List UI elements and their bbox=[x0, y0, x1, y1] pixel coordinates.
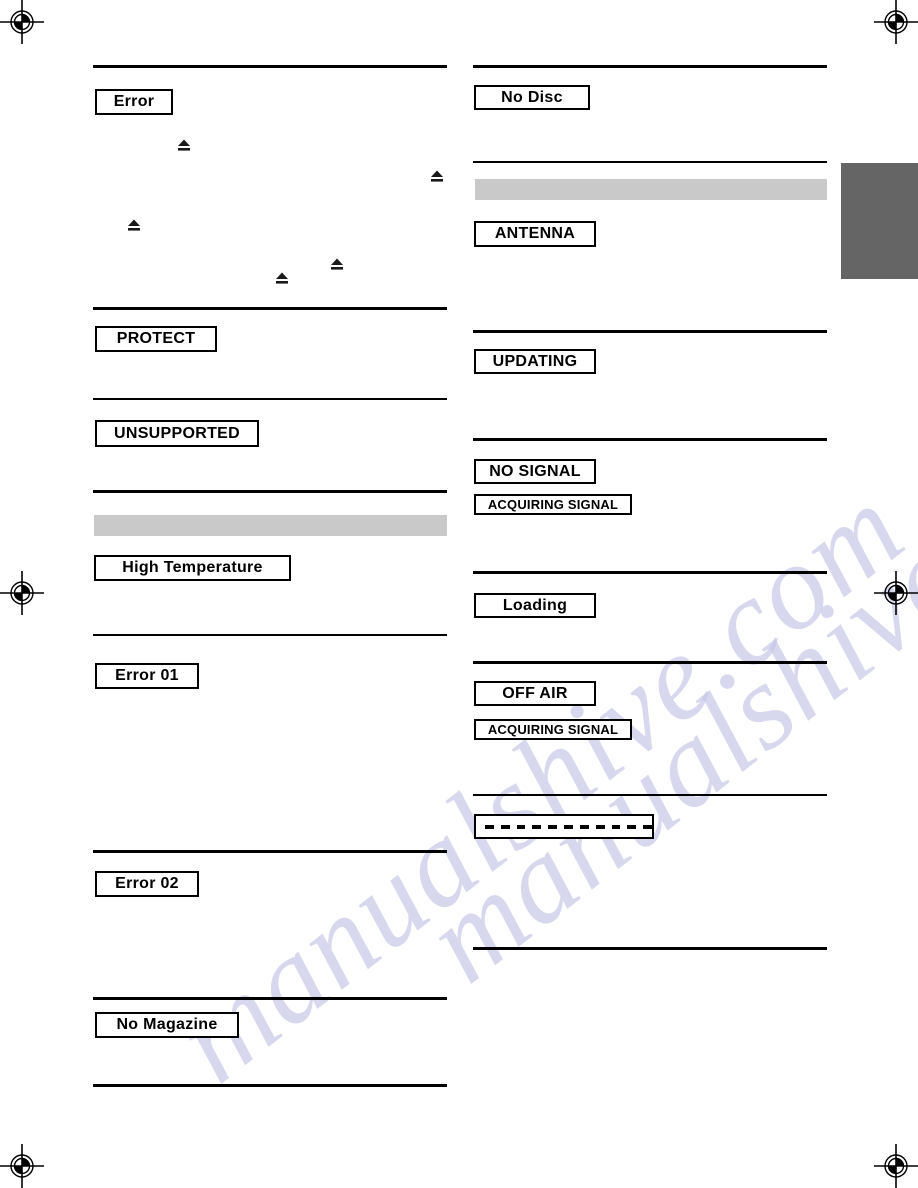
dash-segment bbox=[564, 824, 573, 829]
display-message-box-error: Error bbox=[95, 89, 173, 115]
display-message-box-no-magazine: No Magazine bbox=[95, 1012, 239, 1038]
display-message-box-error-01: Error 01 bbox=[95, 663, 199, 689]
section-divider-rule bbox=[473, 661, 827, 664]
section-divider-rule bbox=[93, 307, 447, 310]
display-message-box-error-02: Error 02 bbox=[95, 871, 199, 897]
display-message-box-off-air: OFF AIR bbox=[474, 681, 596, 706]
section-divider-rule bbox=[473, 947, 827, 950]
dash-segment bbox=[500, 824, 510, 829]
display-message-box-high-temperature: High Temperature bbox=[94, 555, 291, 581]
eject-icon bbox=[330, 258, 344, 271]
display-message-box-acquiring-signal: ACQUIRING SIGNAL bbox=[474, 494, 632, 515]
section-divider-rule bbox=[93, 634, 447, 636]
dash-segment bbox=[627, 824, 637, 829]
section-divider-rule bbox=[93, 850, 447, 853]
dash-segment bbox=[643, 824, 652, 829]
eject-icon bbox=[177, 139, 191, 152]
dash-segment bbox=[548, 824, 558, 829]
registration-mark-top-left bbox=[0, 0, 44, 44]
registration-mark-bottom-left bbox=[0, 1144, 44, 1188]
display-message-box-no-disc: No Disc bbox=[474, 85, 590, 110]
section-divider-rule bbox=[93, 997, 447, 1000]
registration-mark-top-right bbox=[874, 0, 918, 44]
display-message-box-acquiring-signal: ACQUIRING SIGNAL bbox=[474, 719, 632, 740]
dash-segment bbox=[595, 824, 605, 829]
dash-segment bbox=[579, 824, 589, 829]
dash-segment bbox=[611, 824, 621, 829]
display-message-box-unsupported: UNSUPPORTED bbox=[95, 420, 259, 447]
section-divider-rule bbox=[473, 438, 827, 441]
display-message-box-dashes bbox=[474, 814, 654, 839]
display-message-box-protect: PROTECT bbox=[95, 326, 217, 352]
page-content: Error PROTECT UNSUPPORTED High Temperatu… bbox=[0, 0, 918, 1188]
dash-segment bbox=[485, 824, 494, 829]
section-divider-rule bbox=[473, 65, 827, 68]
registration-mark-mid-left bbox=[0, 571, 44, 615]
eject-icon bbox=[275, 272, 289, 285]
display-message-box-loading: Loading bbox=[474, 593, 596, 618]
dash-segment bbox=[532, 824, 542, 829]
registration-mark-bottom-right bbox=[874, 1144, 918, 1188]
registration-mark-mid-right bbox=[874, 571, 918, 615]
section-divider-rule bbox=[93, 1084, 447, 1087]
section-heading-tint-bar bbox=[94, 515, 447, 536]
section-heading-tint-bar bbox=[475, 179, 827, 200]
section-divider-rule bbox=[93, 490, 447, 493]
section-divider-rule bbox=[473, 161, 827, 163]
section-divider-rule bbox=[473, 571, 827, 574]
manual-page: manualshive.com manualshive.com Error PR… bbox=[0, 0, 918, 1188]
eject-icon bbox=[127, 219, 141, 232]
dash-segment bbox=[516, 824, 526, 829]
section-divider-rule bbox=[473, 330, 827, 333]
section-divider-rule bbox=[93, 398, 447, 400]
section-divider-rule bbox=[93, 65, 447, 68]
display-message-box-antenna: ANTENNA bbox=[474, 221, 596, 247]
section-divider-rule bbox=[473, 794, 827, 796]
eject-icon bbox=[430, 170, 444, 183]
display-message-box-no-signal: NO SIGNAL bbox=[474, 459, 596, 484]
display-message-box-updating: UPDATING bbox=[474, 349, 596, 374]
